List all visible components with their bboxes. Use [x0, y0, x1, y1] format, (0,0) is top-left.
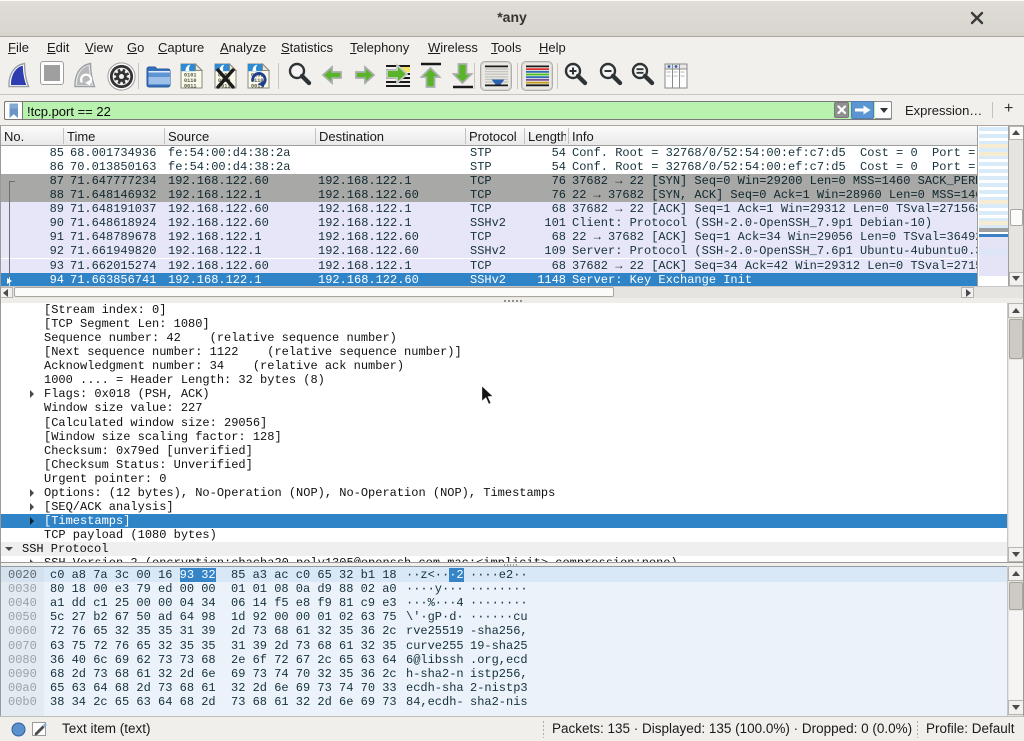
svg-text:0011: 0011 — [184, 84, 196, 90]
